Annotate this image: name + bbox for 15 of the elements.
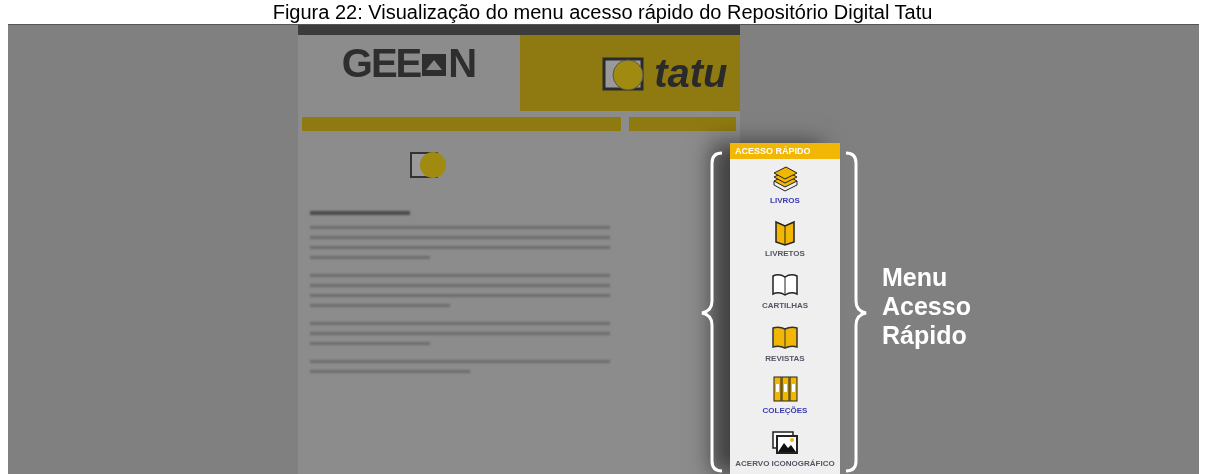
annotation-label: Menu Acesso Rápido	[882, 263, 972, 350]
menu-link[interactable]: CARTILHAS	[761, 301, 809, 310]
menu-link[interactable]: REVISTAS	[765, 353, 805, 363]
menu-title: ACESSO RÁPIDO	[730, 143, 840, 159]
menu-link[interactable]: COLEÇÕES	[762, 406, 808, 415]
curly-brace-icon	[700, 151, 724, 473]
curly-brace-icon	[844, 151, 868, 473]
brand-name: tatu	[654, 50, 728, 96]
logo: GEE N	[341, 41, 476, 86]
binders-icon	[770, 375, 800, 403]
menu-link[interactable]: LIVRETOS	[765, 248, 805, 258]
menu-link[interactable]: LIVROS	[770, 196, 800, 205]
menu-link[interactable]: ACERVO ICONOGRÁFICO	[735, 458, 835, 468]
figure-caption: Figura 22: Visualização do menu acesso rápido do Repositório Digital Tatu	[272, 0, 933, 24]
books-icon	[770, 165, 800, 193]
